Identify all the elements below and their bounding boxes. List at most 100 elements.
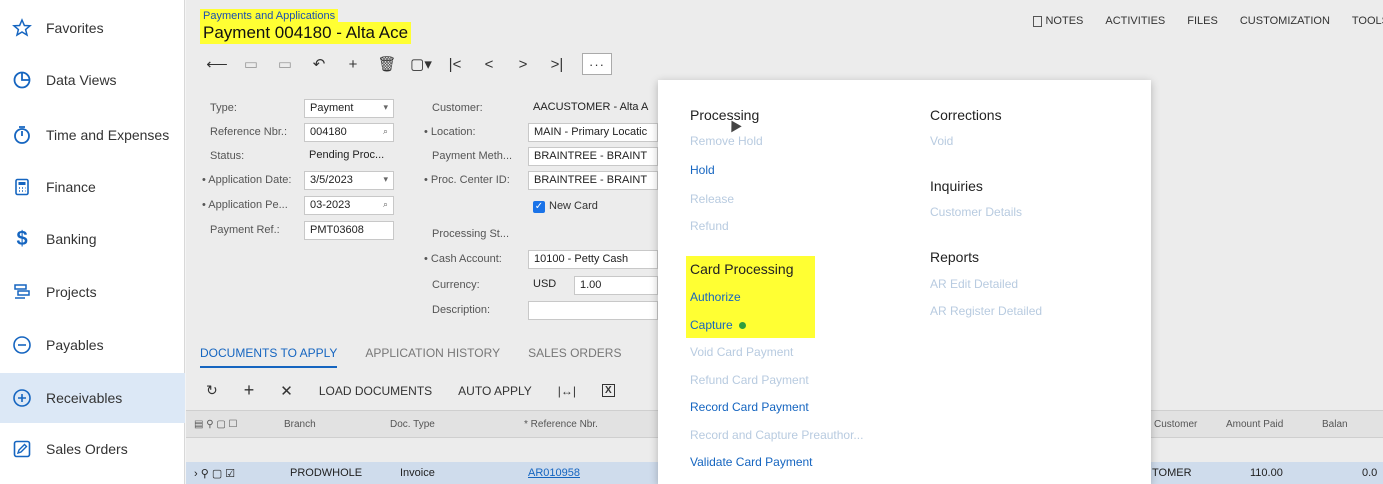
menu-item-record-and-capture[interactable]: Record and Capture Preauthor... [690, 428, 863, 442]
cashacct-field[interactable]: 10100 - Petty Cash [528, 250, 658, 269]
menu-item-refund[interactable]: Refund [690, 219, 729, 233]
next-record-icon[interactable]: > [506, 53, 540, 75]
sidebar-item-label: Finance [46, 179, 96, 195]
sidebar-item-time-and-expenses[interactable]: Time and Expenses [0, 112, 185, 158]
status-dot-icon [738, 322, 746, 330]
menu-item-release[interactable]: Release [690, 192, 734, 206]
cell-amountpaid: 110.00 [1250, 467, 1283, 479]
data-views-icon [12, 70, 32, 90]
col-customer[interactable]: Customer [1154, 419, 1197, 430]
type-select[interactable]: Payment ▾ [304, 99, 394, 118]
currency-value[interactable]: USD [528, 276, 568, 295]
refnbr-field[interactable]: 004180 ⌕ [304, 123, 394, 142]
sidebar-item-finance[interactable]: Finance [0, 164, 185, 210]
proccenter-label: • Proc. Center ID: [424, 174, 510, 186]
menu-item-authorize[interactable]: Authorize [690, 290, 741, 304]
menu-item-remove-hold[interactable]: Remove Hold [690, 134, 763, 148]
tab-documents-to-apply[interactable]: DOCUMENTS TO APPLY [200, 346, 338, 368]
projects-icon [12, 282, 32, 302]
sidebar-item-sales-orders[interactable]: Sales Orders [0, 426, 185, 472]
sidebar-item-banking[interactable]: $ Banking [0, 216, 185, 262]
menu-item-ar-register-detailed[interactable]: AR Register Detailed [930, 304, 1042, 318]
col-doctype[interactable]: Doc. Type [390, 419, 435, 430]
menu-item-refund-card-payment[interactable]: Refund Card Payment [690, 373, 809, 387]
col-branch[interactable]: Branch [284, 419, 316, 430]
appperiod-field[interactable]: 03-2023 ⌕ [304, 196, 394, 215]
sidebar-item-receivables[interactable]: Receivables [0, 373, 185, 423]
currency-label: Currency: [432, 279, 480, 291]
menu-item-customer-details[interactable]: Customer Details [930, 205, 1022, 219]
appdate-field[interactable]: 3/5/2023 ▾ [304, 171, 394, 190]
delete-row-icon[interactable]: ✕ [280, 382, 293, 400]
files-link[interactable]: FILES [1187, 15, 1218, 27]
paymeth-field[interactable]: BRAINTREE - BRAINT [528, 147, 658, 166]
new-card-checkbox[interactable]: ✓ [533, 201, 545, 213]
activities-link[interactable]: ACTIVITIES [1105, 15, 1165, 27]
customization-link[interactable]: CUSTOMIZATION [1240, 15, 1330, 27]
notes-icon [1033, 15, 1043, 27]
sidebar-item-favorites[interactable]: Favorites [0, 5, 185, 51]
menu-item-void[interactable]: Void [930, 134, 953, 148]
proccenter-field[interactable]: BRAINTREE - BRAINT [528, 171, 658, 190]
col-amountpaid[interactable]: Amount Paid [1226, 419, 1283, 430]
description-field[interactable] [528, 301, 658, 320]
col-refnbr[interactable]: * Reference Nbr. [524, 419, 598, 430]
notes-link[interactable]: NOTES [1033, 15, 1083, 27]
location-label: • Location: [424, 126, 476, 138]
tab-bar: DOCUMENTS TO APPLY APPLICATION HISTORY S… [200, 346, 621, 368]
col-balance[interactable]: Balan [1322, 419, 1348, 430]
tab-sales-orders[interactable]: SALES ORDERS [528, 346, 621, 368]
reports-heading: Reports [930, 249, 980, 265]
auto-apply-button[interactable]: AUTO APPLY [458, 384, 532, 398]
tab-application-history[interactable]: APPLICATION HISTORY [365, 346, 500, 368]
sidebar-item-data-views[interactable]: Data Views [0, 57, 185, 103]
add-row-icon[interactable]: + [244, 380, 255, 401]
sidebar-item-projects[interactable]: Projects [0, 269, 185, 315]
save-close-icon[interactable]: ▭ [234, 53, 268, 75]
cell-balance: 0.0 [1362, 467, 1378, 479]
edit-icon [12, 439, 32, 459]
description-label: Description: [432, 304, 491, 316]
location-field[interactable]: MAIN - Primary Locatic [528, 123, 658, 142]
payment-form: Type: Payment ▾ Reference Nbr.: 004180 ⌕ S… [194, 90, 664, 340]
delete-icon[interactable]: 🗑 [370, 53, 404, 75]
row-expand-icon[interactable]: › ⚲ ▢ ☑ [194, 467, 235, 480]
timer-icon [12, 125, 32, 145]
menu-item-record-card-payment[interactable]: Record Card Payment [690, 400, 809, 414]
sidebar-item-label: Receivables [46, 390, 123, 406]
add-icon[interactable]: + [336, 53, 370, 75]
first-record-icon[interactable]: |< [438, 53, 472, 75]
menu-item-hold[interactable]: Hold [690, 163, 715, 177]
previous-record-icon[interactable]: < [472, 53, 506, 75]
cell-refnbr-link[interactable]: AR010958 [528, 467, 580, 479]
save-icon[interactable]: ▭ [268, 53, 302, 75]
more-actions-menu: Processing Remove Hold Hold Release Refu… [658, 80, 1151, 484]
undo-icon[interactable]: ↶ [302, 53, 336, 75]
menu-item-void-card-payment[interactable]: Void Card Payment [690, 345, 793, 359]
menu-item-capture[interactable]: Capture [690, 318, 746, 332]
breadcrumb[interactable]: Payments and Applications [200, 9, 339, 23]
fit-columns-icon[interactable]: |↔| [558, 384, 576, 398]
more-actions-button[interactable]: ··· [582, 53, 612, 75]
refresh-icon[interactable]: ↻ [206, 382, 218, 399]
export-excel-icon[interactable]: X [602, 384, 615, 397]
payref-field[interactable]: PMT03608 [304, 221, 394, 240]
status-label: Status: [210, 150, 245, 162]
new-card-label: New Card [549, 200, 598, 212]
sidebar-item-label: Projects [46, 284, 97, 300]
rate-field[interactable]: 1.00 [574, 276, 658, 295]
paymeth-label: Payment Meth... [432, 150, 513, 162]
menu-item-validate-card-payment[interactable]: Validate Card Payment [690, 455, 813, 469]
sidebar-item-payables[interactable]: Payables [0, 322, 185, 368]
processing-heading: Processing [690, 107, 760, 123]
customer-field[interactable]: AACUSTOMER - Alta A [528, 99, 658, 118]
load-documents-button[interactable]: LOAD DOCUMENTS [319, 384, 432, 398]
back-icon[interactable]: ⟵ [200, 53, 234, 75]
cashacct-label: • Cash Account: [424, 253, 502, 265]
tools-link[interactable]: TOOLS [1352, 15, 1383, 27]
copy-paste-icon[interactable]: ▢▾ [404, 53, 438, 75]
menu-item-ar-edit-detailed[interactable]: AR Edit Detailed [930, 277, 1018, 291]
last-record-icon[interactable]: >| [540, 53, 574, 75]
page-title: Payment 004180 - Alta Ace [200, 22, 412, 44]
plus-circle-icon [12, 388, 32, 408]
